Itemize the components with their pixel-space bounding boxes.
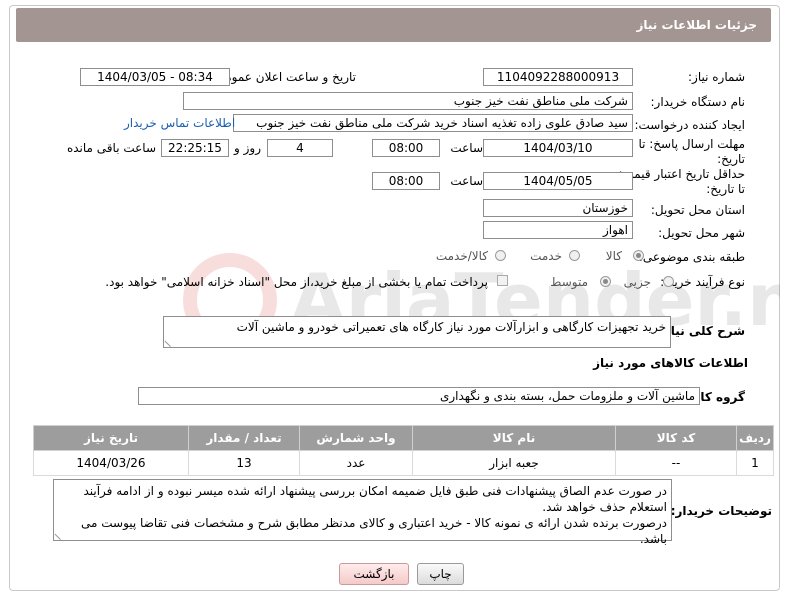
need-number-label: شماره نیاز: — [688, 70, 745, 84]
description-textarea: خرید تجهیزات کارگاهی و ابزارآلات مورد نی… — [163, 316, 671, 348]
province-label: استان محل تحویل: — [650, 203, 745, 217]
city-label: شهر محل تحویل: — [658, 226, 745, 240]
deadline-label-line2: تاریخ: — [717, 152, 745, 166]
deadline-label-line1: مهلت ارسال پاسخ: تا — [638, 137, 745, 151]
table-row: 1 -- جعبه ابزار عدد 13 1404/03/26 — [33, 450, 774, 476]
buyer-contact-link[interactable]: اطلاعات تماس خریدار — [124, 116, 235, 130]
col-row: ردیف — [736, 425, 774, 451]
cell-unit: عدد — [299, 450, 413, 476]
category-label: طبقه بندی موضوعی: — [638, 250, 745, 264]
resize-grip-icon[interactable] — [164, 334, 177, 348]
buyer-notes-textarea: در صورت عدم الصاق پیشنهادات فنی طبق فایل… — [53, 479, 672, 546]
buyer-notes-line2: استعلام حذف خواهد شد. — [542, 500, 667, 514]
deadline-date-field: 1404/03/10 — [483, 139, 633, 157]
announce-date-field: 1404/03/05 - 08:34 — [80, 68, 230, 86]
price-validity-label-line1: حداقل تاریخ اعتبار قیمت: — [618, 167, 745, 181]
col-unit: واحد شمارش — [299, 425, 413, 451]
description-label: شرح کلی نیاز: — [659, 324, 745, 338]
cell-code: -- — [615, 450, 737, 476]
goods-info-title: اطلاعات کالاهای مورد نیاز — [593, 356, 748, 370]
category-radio-service[interactable] — [569, 250, 580, 261]
announce-date-label: تاریخ و ساعت اعلان عمومی: — [211, 70, 356, 84]
buyer-org-label: نام دستگاه خریدار: — [650, 95, 746, 109]
col-quantity: تعداد / مقدار — [188, 425, 300, 451]
cell-quantity: 13 — [188, 450, 300, 476]
goods-group-field: ماشین آلات و ملزومات حمل، بسته بندی و نگ… — [138, 387, 700, 405]
goods-table-header: ردیف کد کالا نام کالا واحد شمارش تعداد /… — [33, 425, 774, 451]
goods-table: ردیف کد کالا نام کالا واحد شمارش تعداد /… — [33, 425, 774, 476]
remaining-days-label: روز و — [234, 141, 261, 155]
buyer-notes-line3: درصورت برنده شدن ارائه ی نمونه کالا - خر… — [80, 516, 667, 546]
treasury-payment-note: پرداخت تمام یا بخشی از مبلغ خرید،از محل … — [105, 275, 488, 289]
cell-need-date: 1404/03/26 — [33, 450, 189, 476]
deadline-time-field: 08:00 — [372, 139, 440, 157]
category-option-goods-service: کالا/خدمت — [435, 249, 488, 263]
process-radio-medium[interactable] — [600, 276, 611, 287]
price-validity-label-line2: تا تاریخ: — [706, 182, 745, 196]
cell-row: 1 — [736, 450, 774, 476]
category-option-service: خدمت — [530, 249, 562, 263]
province-field: خوزستان — [483, 199, 633, 217]
price-validity-time-field: 08:00 — [372, 172, 440, 190]
process-option-medium: متوسط — [550, 275, 588, 289]
category-option-goods: کالا — [605, 249, 622, 263]
remaining-time-label: ساعت باقی مانده — [66, 141, 156, 155]
remaining-time-field: 22:25:15 — [161, 139, 229, 157]
cell-name: جعبه ابزار — [412, 450, 616, 476]
description-text: خرید تجهیزات کارگاهی و ابزارآلات مورد نی… — [236, 320, 666, 334]
treasury-payment-checkbox[interactable] — [497, 275, 508, 286]
process-radio-minor[interactable] — [663, 276, 674, 287]
col-code: کد کالا — [615, 425, 737, 451]
remaining-days-field: 4 — [267, 139, 333, 157]
price-validity-date-field: 1404/05/05 — [483, 172, 633, 190]
creator-label: ایجاد کننده درخواست: — [634, 118, 745, 132]
page-title: جزئیات اطلاعات نیاز — [636, 18, 757, 32]
print-button[interactable]: چاپ — [417, 563, 464, 585]
col-name: نام کالا — [412, 425, 616, 451]
buyer-notes-label: توضیحات خریدار: — [670, 504, 772, 518]
need-number-field: 1104092288000913 — [483, 68, 633, 86]
category-radio-goods[interactable] — [633, 250, 644, 261]
process-option-minor: جزیی — [623, 275, 651, 289]
back-button[interactable]: بازگشت — [339, 563, 409, 585]
deadline-time-label: ساعت — [450, 141, 483, 155]
category-radio-goods-service[interactable] — [495, 250, 506, 261]
city-field: اهواز — [483, 221, 633, 239]
buyer-notes-line1: در صورت عدم الصاق پیشنهادات فنی طبق فایل… — [83, 484, 667, 498]
price-validity-time-label: ساعت — [450, 174, 483, 188]
creator-field: سید صادق علوی زاده تغذیه اسناد خرید شرکت… — [233, 114, 633, 132]
page-header: جزئیات اطلاعات نیاز — [16, 8, 771, 42]
buyer-org-field: شرکت ملی مناطق نفت خیز جنوب — [183, 92, 633, 110]
col-need-date: تاریخ نیاز — [33, 425, 189, 451]
